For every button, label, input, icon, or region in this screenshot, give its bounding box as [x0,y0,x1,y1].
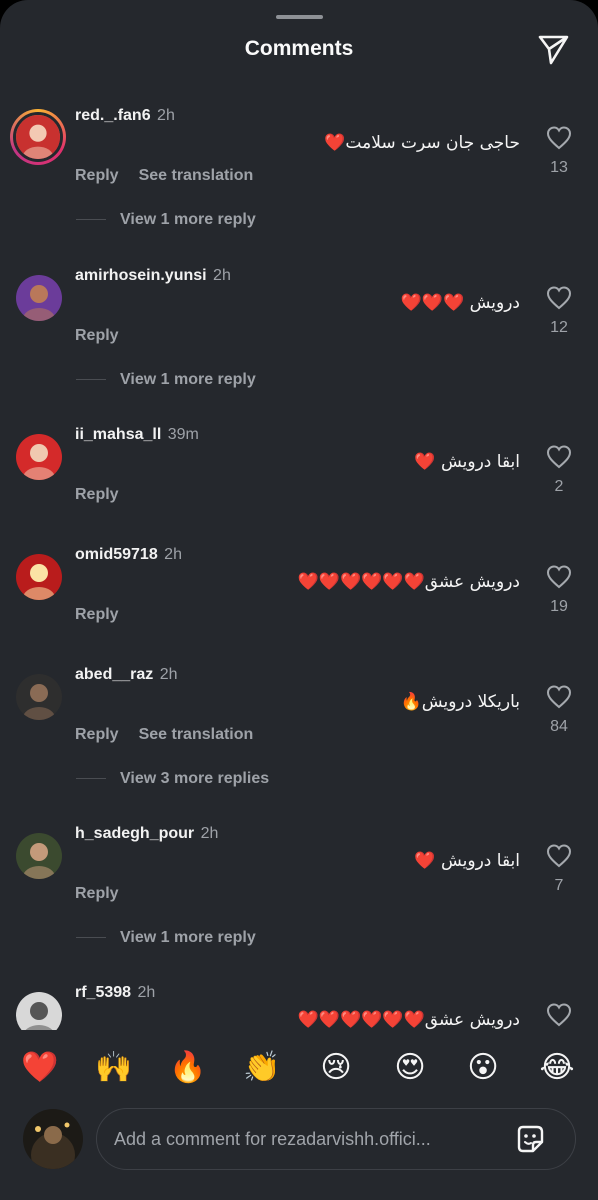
comment-header: red._.fan6 2h [75,107,175,125]
reply-button[interactable]: Reply [75,486,119,503]
comment-text: درویش عشق❤️❤️❤️❤️❤️❤️ [297,1010,520,1030]
comment-time: 2h [213,267,231,284]
current-user-avatar [23,1109,83,1169]
view-replies-button[interactable]: View 3 more replies [76,770,269,788]
username[interactable]: omid59718 [75,546,158,563]
react-laughing-button[interactable]: 😂 [537,1050,577,1086]
avatar[interactable] [16,992,62,1030]
react-sad-button[interactable]: 😢 [316,1050,356,1086]
quick-reactions-bar: ❤️ 🙌 🔥 👏 😢 😍 😮 😂 [0,1046,598,1090]
see-translation-button[interactable]: See translation [139,726,254,743]
username[interactable]: rf_5398 [75,984,131,1001]
like-count: 7 [554,877,564,894]
like-count: 84 [550,718,568,735]
see-translation-button[interactable]: See translation [139,167,254,184]
comment-time: 2h [137,984,156,1001]
react-heart-button[interactable]: ❤️ [20,1050,60,1086]
like-count: 2 [554,478,564,495]
comment-actions: Reply [75,327,139,345]
comment-text: حاجی جان سرت سلامت❤️ [324,133,520,153]
view-replies-label: View 3 more replies [120,770,270,787]
like-heart-icon[interactable] [546,125,572,151]
username[interactable]: red._.fan6 [75,107,151,124]
comment-input[interactable] [114,1109,509,1169]
comment-time: 2h [157,107,175,124]
comment-text: درویش ❤️❤️❤️ [400,293,520,313]
replies-divider [76,219,106,221]
view-replies-label: View 1 more reply [120,371,256,388]
reply-button[interactable]: Reply [75,606,119,623]
comment-text: ابقا درویش ❤️ [414,851,520,871]
react-raised-hands-button[interactable]: 🙌 [94,1050,134,1086]
comment-time: 39m [167,426,199,443]
reply-button[interactable]: Reply [75,327,119,344]
comment-input-box[interactable] [96,1108,576,1170]
comment-header: omid59718 2h [75,546,182,564]
like-heart-icon[interactable] [546,444,572,470]
reply-button[interactable]: Reply [75,726,119,743]
sticker-icon[interactable] [513,1122,547,1156]
avatar[interactable] [16,554,62,600]
comment-header: ii_mahsa_ll 39m [75,426,199,444]
like-heart-icon[interactable] [546,684,572,710]
like-heart-icon[interactable] [546,1002,572,1028]
comment-header: h_sadegh_pour 2h [75,825,218,843]
view-replies-button[interactable]: View 1 more reply [76,211,256,229]
view-replies-button[interactable]: View 1 more reply [76,929,256,947]
comment-text: ابقا درویش ❤️ [414,452,520,472]
comment-header: amirhosein.yunsi 2h [75,267,231,285]
username[interactable]: abed__raz [75,666,153,683]
comment-time: 2h [200,825,219,842]
comment-actions: Reply [75,486,139,504]
username[interactable]: ii_mahsa_ll [75,426,161,443]
comment-list[interactable]: red._.fan6 2h حاجی جان سرت سلامت❤️ 13 Reply… [0,0,598,1030]
react-surprised-button[interactable]: 😮 [463,1050,503,1086]
avatar[interactable] [16,674,62,720]
like-heart-icon[interactable] [546,285,572,311]
react-fire-button[interactable]: 🔥 [168,1050,208,1086]
username[interactable]: h_sadegh_pour [75,825,194,842]
like-heart-icon[interactable] [546,843,572,869]
replies-divider [76,778,106,780]
avatar[interactable] [16,275,62,321]
comment-time: 2h [159,666,178,683]
comment-actions: Reply [75,606,139,624]
like-heart-icon[interactable] [546,564,572,590]
comment-actions: Reply See translation [75,726,273,744]
like-count: 12 [550,319,568,336]
avatar[interactable] [16,434,62,480]
avatar[interactable] [10,109,66,165]
comment-text: درویش عشق❤️❤️❤️❤️❤️❤️ [297,572,520,592]
replies-divider [76,937,106,939]
comment-actions: Reply See translation [75,167,273,185]
react-clap-button[interactable]: 👏 [242,1050,282,1086]
view-replies-button[interactable]: View 1 more reply [76,371,256,389]
comment-text: باریکلا درویش🔥 [400,692,520,712]
avatar[interactable] [16,833,62,879]
comment-header: rf_5398 2h [75,984,155,1002]
comments-sheet: Comments red._.fan6 2h حاجی جان سرت سلامت… [0,0,598,1200]
view-replies-label: View 1 more reply [120,929,256,946]
reply-button[interactable]: Reply [75,885,119,902]
reply-button[interactable]: Reply [75,167,119,184]
comment-time: 2h [164,546,182,563]
replies-divider [76,379,106,381]
view-replies-label: View 1 more reply [120,211,256,228]
comment-header: abed__raz 2h [75,666,178,684]
like-count: 19 [550,598,568,615]
like-count: 13 [550,159,568,176]
username[interactable]: amirhosein.yunsi [75,267,207,284]
react-heart-eyes-button[interactable]: 😍 [390,1050,430,1086]
comment-actions: Reply [75,885,139,903]
